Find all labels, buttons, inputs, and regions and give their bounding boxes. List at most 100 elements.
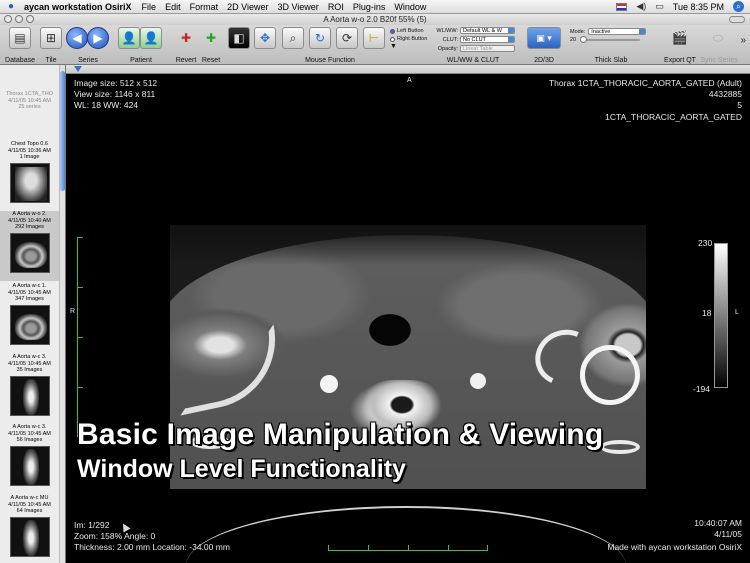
right-button-label: Right Button xyxy=(397,36,428,42)
spotlight-icon[interactable]: ⌕ xyxy=(733,1,744,12)
slab-slider[interactable] xyxy=(580,36,641,43)
menu-roi[interactable]: ROI xyxy=(326,2,351,12)
left-button-radio[interactable]: Left Button xyxy=(390,28,427,34)
tool-3d-rotate[interactable]: ⟳ xyxy=(336,27,358,49)
mouse-function-label: Mouse Function xyxy=(305,57,355,64)
series-sidebar: Thorax 1CTA_THO 4/11/05 10:45 AM 25 seri… xyxy=(0,65,66,563)
export-camera-icon: 🎬 xyxy=(671,30,689,45)
export-qt-button[interactable]: 🎬 xyxy=(669,27,691,49)
sync-icon: ⬭ xyxy=(712,30,724,45)
move-icon: ✥ xyxy=(254,27,276,49)
rotate-icon: ↻ xyxy=(309,27,331,49)
tool-rotate[interactable]: ↻ xyxy=(309,27,331,49)
series-count: 64 Images xyxy=(16,508,43,514)
series-thumb-2[interactable]: A Aorta w-o 2. 4/11/05 10:40 AM 292 Imag… xyxy=(0,211,59,281)
sidebar-scrollbar[interactable] xyxy=(59,65,65,563)
input-flag-icon[interactable] xyxy=(616,2,628,11)
arrow-right-icon: ▶ xyxy=(87,27,109,49)
mode-select[interactable]: Inactive xyxy=(588,28,647,35)
menu-plug-ins[interactable]: Plug-ins xyxy=(351,2,393,12)
patient-id-text: 4432885 xyxy=(708,89,742,99)
patient-next-button[interactable]: 👤 xyxy=(140,27,162,49)
toolbar-toggle-icon[interactable] xyxy=(729,16,745,23)
slice-position-strip[interactable] xyxy=(66,65,750,74)
menu-bar: ● aycan workstation OsiriX File Edit For… xyxy=(0,0,750,14)
orientation-right-label: R xyxy=(70,308,76,315)
rotate-3d-icon: ⟳ xyxy=(336,27,358,49)
close-window-icon[interactable] xyxy=(4,15,12,23)
menu-format[interactable]: Format xyxy=(188,2,226,12)
thick-slab-controls: Mode: Inactive 20 xyxy=(570,28,647,43)
cube-view-icon: ▣ ▾ xyxy=(527,27,561,49)
tile-icon: ⊞ xyxy=(40,27,62,49)
series-label: Series xyxy=(78,57,98,64)
series-thumb-1[interactable]: Chest Topo 0.6 4/11/05 10:36 AM 1 Image xyxy=(0,141,59,209)
database-button[interactable]: ▤ xyxy=(9,27,31,49)
menu-app-name[interactable]: aycan workstation OsiriX xyxy=(22,2,140,12)
reset-label: Reset xyxy=(201,57,221,64)
volume-icon[interactable]: ◀) xyxy=(636,1,646,12)
reset-button[interactable]: ✚ xyxy=(200,27,222,49)
toolbar-overflow-icon[interactable]: » xyxy=(740,35,746,46)
menu-file[interactable]: File xyxy=(140,2,164,12)
database-icon: ▤ xyxy=(9,27,31,49)
image-viewer[interactable]: Image size: 512 x 512 View size: 1146 x … xyxy=(66,74,750,563)
patient-previous-button[interactable]: 👤 xyxy=(118,27,140,49)
series-number-text: 5 xyxy=(737,100,742,110)
menu-2d-viewer[interactable]: 2D Viewer xyxy=(225,2,275,12)
series-thumb-6[interactable]: A Aorta w-c MU 4/11/05 10:45 AM 64 Image… xyxy=(0,495,59,563)
slice-indicator-icon[interactable] xyxy=(74,66,82,72)
battery-icon[interactable]: ▭ xyxy=(655,1,664,12)
radio-selected-icon xyxy=(390,28,395,34)
tool-roi[interactable]: ⊢ xyxy=(363,27,385,49)
wlww-clut-controls: WL/WW: Default WL & W CLUT: No CLUT Opac… xyxy=(432,27,515,52)
patient-study-text: Thorax 1CTA_THORACIC_AORTA_GATED (Adult) xyxy=(548,78,742,88)
zoom-window-icon[interactable] xyxy=(26,15,34,23)
clut-select[interactable]: No CLUT xyxy=(460,36,515,43)
minimize-window-icon[interactable] xyxy=(15,15,23,23)
menu-3d-viewer[interactable]: 3D Viewer xyxy=(275,2,325,12)
series-previous-button[interactable]: ◀ xyxy=(66,27,88,49)
colorbar-min-label: -194 xyxy=(693,384,711,394)
series-count: 1 Image xyxy=(19,154,40,160)
acquisition-date-text: 4/11/05 xyxy=(714,529,742,539)
study-description-text: 1CTA_THORACIC_AORTA_GATED xyxy=(605,112,742,122)
series-next-button[interactable]: ▶ xyxy=(87,27,109,49)
slab-value: 20 xyxy=(570,37,577,43)
wlww-select[interactable]: Default WL & W xyxy=(460,27,515,34)
mouse-button-selector: Left Button Right Button ▼ xyxy=(390,28,427,50)
series-count: 292 Images xyxy=(15,224,44,230)
slab-slider-knob[interactable] xyxy=(580,36,588,43)
right-button-radio[interactable]: Right Button xyxy=(390,36,427,42)
series-count: 35 Images xyxy=(16,367,43,373)
apple-menu-icon[interactable]: ● xyxy=(0,1,22,12)
image-size-text: Image size: 512 x 512 xyxy=(74,78,158,88)
menu-clock[interactable]: Tue 8:35 PM xyxy=(673,2,724,12)
sidebar-scroll-thumb[interactable] xyxy=(60,71,65,191)
tool-window-level[interactable]: ◧ xyxy=(228,27,250,49)
opacity-label: Opacity: xyxy=(437,45,458,52)
view-2d3d-label: 2D/3D xyxy=(534,57,554,64)
sync-series-button[interactable]: ⬭ xyxy=(707,27,729,49)
tool-move[interactable]: ✥ xyxy=(254,27,276,49)
series-thumb-4[interactable]: A Aorta w-c 3. 4/11/05 10:45 AM 35 Image… xyxy=(0,354,59,424)
sync-series-label: Sync Series xyxy=(700,57,738,64)
series-thumbnail xyxy=(9,232,50,273)
wlww-label: WL/WW: xyxy=(436,27,458,34)
caption-subtitle: Window Level Functionality xyxy=(77,455,406,483)
opacity-select[interactable]: Linear Table xyxy=(460,45,515,52)
menu-window[interactable]: Window xyxy=(392,2,433,12)
series-thumb-3[interactable]: A Aorta w-c 1. 4/11/05 10:45 AM 347 Imag… xyxy=(0,283,59,353)
view-2d3d-button[interactable]: ▣ ▾ xyxy=(527,27,561,49)
series-thumb-5[interactable]: A Aorta w-c 3. 4/11/05 10:45 AM 56 Image… xyxy=(0,424,59,494)
thick-slab-label: Thick Slab xyxy=(594,57,628,64)
view-size-text: View size: 1146 x 811 xyxy=(74,89,156,99)
study-header[interactable]: Thorax 1CTA_THO 4/11/05 10:45 AM 25 seri… xyxy=(0,91,59,139)
series-thumbnail xyxy=(9,375,50,416)
revert-button[interactable]: ✚ xyxy=(175,27,197,49)
tool-zoom[interactable]: ⌕ xyxy=(282,27,304,49)
tile-button[interactable]: ⊞ xyxy=(40,27,62,49)
series-thumbnail xyxy=(9,516,50,557)
menu-edit[interactable]: Edit xyxy=(163,2,188,12)
more-tools-chevron-icon[interactable]: ▼ xyxy=(390,43,427,50)
